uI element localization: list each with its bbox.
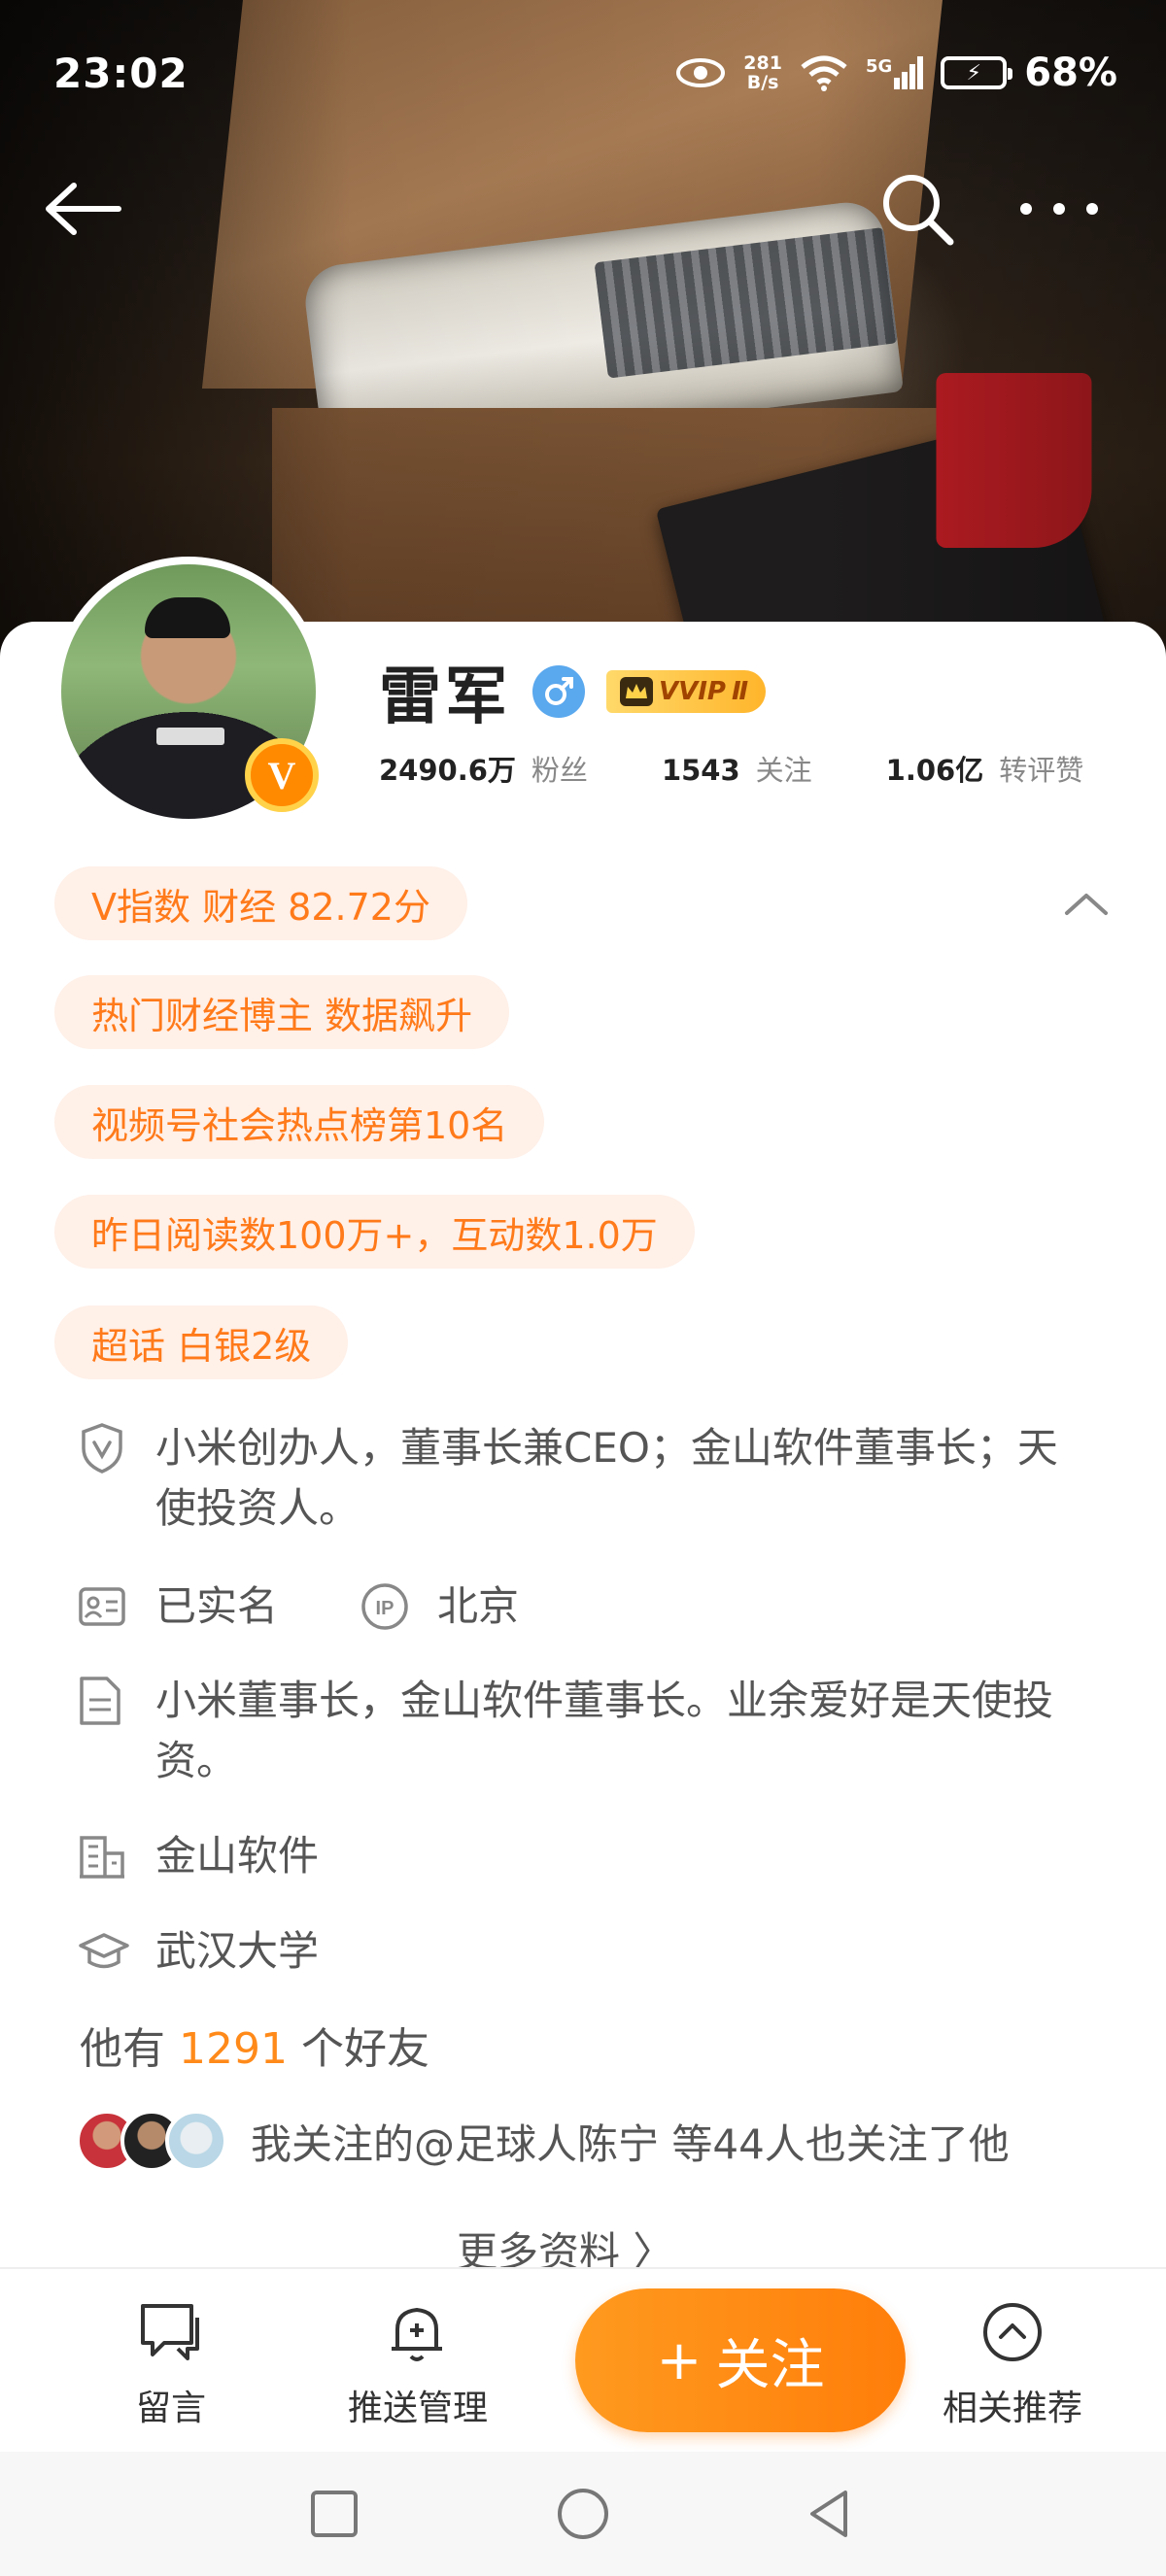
male-gender-icon <box>532 665 585 718</box>
svg-text:IP: IP <box>376 1598 394 1619</box>
message-label: 留言 <box>135 2389 206 2428</box>
more-options-button[interactable] <box>1011 180 1108 238</box>
status-bar: 23:02 281 B/s 5G ⚡ 68% <box>0 0 1166 146</box>
battery-percent: 68% <box>1024 51 1117 95</box>
user-name: 雷军 <box>379 661 511 733</box>
friends-suffix: 个好友 <box>300 2024 429 2074</box>
friends-row[interactable]: 他有 1291 个好友 <box>80 2014 429 2076</box>
tag-video-ranking[interactable]: 视频号社会热点榜第10名 <box>54 1085 545 1159</box>
circle-icon <box>558 2489 608 2539</box>
related-recommend-label: 相关推荐 <box>942 2389 1082 2428</box>
back-button[interactable] <box>39 170 126 248</box>
real-name-text: 已实名 <box>155 1582 279 1630</box>
bottom-action-bar: 留言 推送管理 + 关注 相关推荐 <box>0 2267 1166 2452</box>
tag-super-topic[interactable]: 超话 白银2级 <box>54 1305 349 1379</box>
tag-hot-blogger[interactable]: 热门财经博主 数据飙升 <box>54 975 510 1049</box>
eye-icon <box>676 58 726 87</box>
school-text: 武汉大学 <box>155 1927 320 1975</box>
mutual-follow-text: 我关注的@足球人陈宁 等44人也关注了他 <box>251 2119 1010 2168</box>
vvip-label: VVIP <box>659 677 726 706</box>
related-recommend-button[interactable]: 相关推荐 <box>915 2298 1110 2430</box>
building-icon <box>78 1826 132 1886</box>
net-speed-unit: B/s <box>746 72 779 93</box>
stat-value: 1543 <box>661 754 740 787</box>
bio-text: 小米董事长，金山软件董事长。业余爱好是天使投资。 <box>155 1677 1054 1784</box>
verified-v-badge: V <box>245 738 319 812</box>
id-card-icon <box>78 1576 132 1637</box>
info-bio: 小米董事长，金山软件董事长。业余爱好是天使投资。 <box>78 1671 1079 1791</box>
net-speed: 281 B/s <box>743 53 782 92</box>
circle-chevron-up-icon <box>915 2298 1110 2366</box>
stats-row: 2490.6万 粉丝 1543 关注 1.06亿 转评赞 <box>379 748 1083 789</box>
shield-v-icon <box>78 1418 132 1478</box>
back-arrow-icon <box>46 183 121 235</box>
follow-label: 关注 <box>715 2333 825 2397</box>
info-verification: 小米创办人，董事长兼CEO；金山软件董事长；天使投资人。 <box>78 1418 1079 1539</box>
crown-icon <box>620 677 653 706</box>
net-speed-value: 281 <box>743 52 782 74</box>
friends-prefix: 他有 <box>80 2024 165 2074</box>
document-icon <box>78 1671 132 1731</box>
system-back-button[interactable] <box>801 2483 863 2545</box>
graduation-cap-icon <box>78 1921 132 1982</box>
info-realname-ip: 已实名 IP 北京 <box>78 1576 519 1637</box>
message-button[interactable]: 留言 <box>74 2298 268 2430</box>
company-text: 金山软件 <box>155 1832 320 1880</box>
vvip-level: Ⅱ <box>731 677 749 706</box>
tag-v-index[interactable]: V指数 财经 82.72分 <box>54 866 467 940</box>
ip-location-icon: IP <box>360 1576 414 1637</box>
info-company: 金山软件 <box>78 1826 1079 1886</box>
more-dot-icon <box>1086 203 1098 215</box>
mutual-follow-row[interactable]: 我关注的@足球人陈宁 等44人也关注了他 <box>76 2104 1010 2178</box>
friends-count: 1291 <box>179 2024 288 2074</box>
network-type: 5G <box>865 56 893 77</box>
verification-text: 小米创办人，董事长兼CEO；金山软件董事长；天使投资人。 <box>155 1424 1058 1532</box>
recent-apps-button[interactable] <box>303 2483 365 2545</box>
stat-fans[interactable]: 2490.6万 粉丝 <box>379 748 588 789</box>
stat-label: 粉丝 <box>531 754 588 787</box>
square-icon <box>311 2491 358 2537</box>
chat-bubble-icon <box>74 2298 268 2366</box>
status-icons: 281 B/s 5G ⚡ 68% <box>675 51 1117 95</box>
info-school: 武汉大学 <box>78 1921 1079 1982</box>
search-button[interactable] <box>874 166 960 252</box>
push-manage-label: 推送管理 <box>347 2389 488 2428</box>
stat-following[interactable]: 1543 关注 <box>662 748 812 789</box>
push-manage-button[interactable]: 推送管理 <box>321 2298 515 2430</box>
cell-signal-icon: 5G <box>865 56 924 89</box>
top-nav-bar <box>0 160 1166 257</box>
more-dot-icon <box>1053 203 1065 215</box>
ip-location-text: 北京 <box>437 1582 520 1630</box>
plus-icon: + <box>656 2328 703 2392</box>
stat-value: 1.06亿 <box>885 754 984 787</box>
battery-icon: ⚡ <box>941 56 1013 89</box>
search-icon <box>883 175 954 246</box>
vvip-badge[interactable]: VVIP Ⅱ <box>606 670 767 713</box>
stat-label: 转评赞 <box>999 754 1084 787</box>
follow-button[interactable]: + 关注 <box>575 2288 906 2432</box>
system-navigation-bar <box>0 2452 1166 2576</box>
tag-reading-stats[interactable]: 昨日阅读数100万+，互动数1.0万 <box>54 1195 695 1269</box>
stat-label: 关注 <box>755 754 812 787</box>
chevron-up-icon <box>1065 894 1108 915</box>
triangle-back-icon <box>810 2491 847 2537</box>
home-button[interactable] <box>552 2483 614 2545</box>
stat-interactions[interactable]: 1.06亿 转评赞 <box>886 748 1084 789</box>
stat-value: 2490.6万 <box>379 754 516 787</box>
mutual-avatar <box>165 2110 227 2172</box>
collapse-tags-button[interactable] <box>1059 884 1114 923</box>
name-row: 雷军 VVIP Ⅱ <box>379 653 767 733</box>
bell-plus-icon <box>321 2298 515 2366</box>
more-dot-icon <box>1020 203 1032 215</box>
status-time: 23:02 <box>53 49 189 97</box>
wifi-icon <box>801 55 847 91</box>
